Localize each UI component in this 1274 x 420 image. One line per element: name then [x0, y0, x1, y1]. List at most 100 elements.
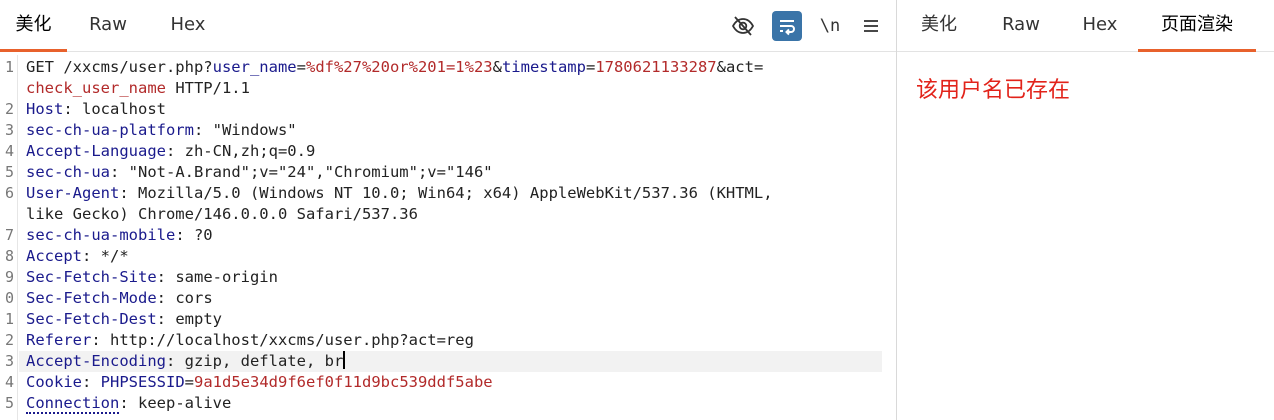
request-editor[interactable]: 1 2 3 4 5 6 7 8 9 0 1 2 3 4 5 GET /xxcms/user.php?user… — [0, 55, 896, 420]
request-token: check_user_name — [26, 79, 166, 97]
request-token: Sec-Fetch-Site — [26, 268, 157, 286]
request-token: Host — [26, 100, 64, 118]
tab-raw-response[interactable]: Raw — [993, 0, 1049, 52]
request-line[interactable]: Host: localhost — [26, 99, 882, 120]
eye-slash-icon[interactable] — [728, 11, 758, 41]
newline-label: \n — [819, 16, 841, 36]
tab-raw-response-label: Raw — [1002, 14, 1040, 35]
tab-hex-label: Hex — [170, 14, 206, 35]
request-token: User-Agent — [26, 184, 120, 202]
request-token: : gzip, deflate, br — [165, 352, 344, 370]
active-tab-underline — [0, 49, 67, 52]
request-token: timestamp — [501, 58, 586, 76]
request-token: : "Windows" — [193, 121, 297, 139]
request-token: = — [184, 373, 195, 391]
line-number: 1 — [4, 58, 14, 76]
request-line[interactable]: GET /xxcms/user.php?user_name=%df%27%20o… — [26, 57, 882, 78]
tab-raw-label: Raw — [89, 14, 127, 35]
tab-pretty-response-label: 美化 — [921, 14, 957, 35]
request-line[interactable]: sec-ch-ua: "Not-A.Brand";v="24","Chromiu… — [26, 162, 882, 183]
request-token: HTTP/1.1 — [165, 79, 250, 97]
line-number: 3 — [4, 121, 14, 139]
line-number: 0 — [4, 289, 14, 307]
request-token: : same-origin — [156, 268, 278, 286]
rendered-response-text: 该用户名已存在 — [916, 78, 1071, 103]
response-pane: 美化 Raw Hex 页面渲染 该用户名已存在 — [897, 0, 1274, 420]
line-number: 7 — [4, 226, 14, 244]
request-token: Accept-Encoding — [26, 352, 166, 370]
request-token: & — [492, 58, 502, 76]
request-line[interactable]: sec-ch-ua-mobile: ?0 — [26, 225, 882, 246]
request-line[interactable]: Referer: http://localhost/xxcms/user.php… — [26, 330, 882, 351]
active-tab-underline — [1138, 49, 1256, 52]
line-number: 4 — [4, 142, 14, 160]
request-token: Accept-Language — [26, 142, 166, 160]
request-token: : Mozilla/5.0 (Windows NT 10.0; Win64; x… — [119, 184, 773, 202]
request-token: &act= — [716, 58, 764, 76]
tab-hex[interactable]: Hex — [160, 0, 216, 52]
line-number: 2 — [4, 331, 14, 349]
request-token: sec-ch-ua-mobile — [26, 226, 176, 244]
line-number: 8 — [4, 247, 14, 265]
request-token: PHPSESSID — [100, 373, 185, 391]
tab-render-label: 页面渲染 — [1161, 14, 1233, 35]
request-line[interactable]: Cookie: PHPSESSID=9a1d5e34d9f6ef0f11d9bc… — [26, 372, 882, 393]
request-token: Connection — [26, 394, 120, 414]
request-line[interactable]: Accept-Language: zh-CN,zh;q=0.9 — [26, 141, 882, 162]
line-number-gutter: 1 2 3 4 5 6 7 8 9 0 1 2 3 4 5 — [0, 55, 18, 420]
request-token: sec-ch-ua-platform — [26, 121, 194, 139]
tab-hex-response[interactable]: Hex — [1072, 0, 1128, 52]
request-token: Referer — [26, 331, 92, 349]
request-line[interactable]: Accept-Encoding: gzip, deflate, br — [26, 351, 882, 372]
request-line[interactable]: User-Agent: Mozilla/5.0 (Windows NT 10.0… — [26, 183, 882, 204]
line-number: 1 — [4, 310, 14, 328]
tab-pretty[interactable]: 美化 — [0, 0, 67, 52]
request-token: sec-ch-ua — [26, 163, 110, 181]
line-number: 3 — [4, 352, 14, 370]
line-number: 9 — [4, 268, 14, 286]
request-tabbar: 美化 Raw Hex \n — [0, 0, 896, 52]
text-caret — [343, 351, 346, 369]
line-number: 2 — [4, 100, 14, 118]
request-line[interactable]: sec-ch-ua-platform: "Windows" — [26, 120, 882, 141]
request-token: : keep-alive — [119, 394, 232, 412]
tab-pretty-response[interactable]: 美化 — [911, 0, 967, 52]
request-token: : — [82, 373, 101, 391]
request-token: : */* — [82, 247, 129, 265]
request-token: Accept — [26, 247, 82, 265]
request-token: : zh-CN,zh;q=0.9 — [165, 142, 316, 160]
request-line[interactable]: Sec-Fetch-Mode: cors — [26, 288, 882, 309]
tab-pretty-label: 美化 — [15, 14, 52, 35]
request-line[interactable]: like Gecko) Chrome/146.0.0.0 Safari/537.… — [26, 204, 882, 225]
request-token: : "Not-A.Brand";v="24","Chromium";v="146… — [110, 163, 493, 181]
tab-raw[interactable]: Raw — [80, 0, 136, 52]
hamburger-menu-icon[interactable] — [856, 11, 886, 41]
request-line[interactable]: Sec-Fetch-Dest: empty — [26, 309, 882, 330]
line-number: 4 — [4, 373, 14, 391]
tab-render[interactable]: 页面渲染 — [1138, 0, 1256, 52]
request-token: GET /xxcms/user.php? — [26, 58, 213, 76]
request-token: : ?0 — [175, 226, 213, 244]
request-line[interactable]: Sec-Fetch-Site: same-origin — [26, 267, 882, 288]
request-token: : cors — [156, 289, 213, 307]
request-line[interactable]: check_user_name HTTP/1.1 — [26, 78, 882, 99]
request-token: 9a1d5e34d9f6ef0f11d9bc539ddf5abe — [194, 373, 493, 391]
request-pane: 美化 Raw Hex \n 1 2 3 4 5 6 7 8 9 0 1 2 3 … — [0, 0, 896, 420]
newline-toggle-button[interactable]: \n — [815, 11, 845, 41]
request-token: : localhost — [63, 100, 166, 118]
request-token: : http://localhost/xxcms/user.php?act=re… — [91, 331, 474, 349]
request-token: Cookie — [26, 373, 82, 391]
request-token: : empty — [156, 310, 222, 328]
request-token: = — [296, 58, 306, 76]
request-token: 1780621133287 — [595, 58, 717, 76]
request-line[interactable]: Accept: */* — [26, 246, 882, 267]
word-wrap-icon[interactable] — [772, 11, 802, 41]
request-token: Sec-Fetch-Mode — [26, 289, 157, 307]
line-number: 5 — [4, 394, 14, 412]
request-token: %df%27%20or%201=1%23 — [305, 58, 493, 76]
request-line[interactable]: Connection: keep-alive — [26, 393, 882, 414]
request-token: like Gecko) Chrome/146.0.0.0 Safari/537.… — [26, 205, 418, 223]
line-number: 6 — [4, 184, 14, 202]
request-token: = — [585, 58, 596, 76]
response-tabbar: 美化 Raw Hex 页面渲染 — [897, 0, 1274, 52]
